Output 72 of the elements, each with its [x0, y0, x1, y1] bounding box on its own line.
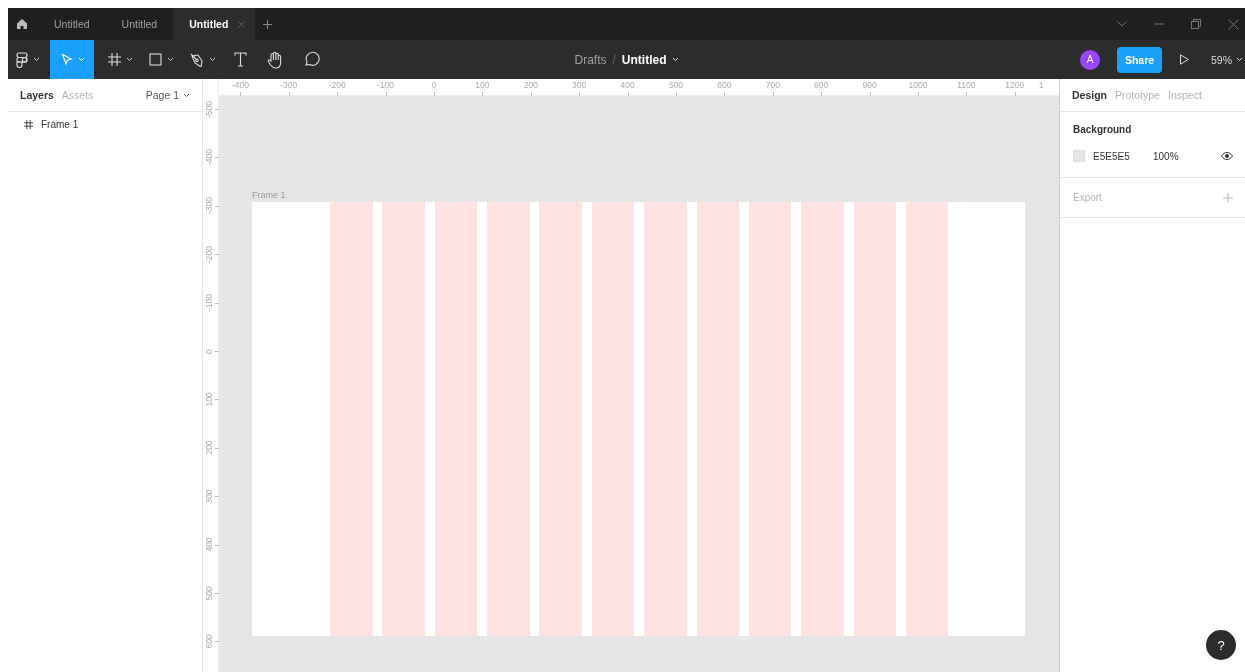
ruler-label: 1: [1039, 80, 1044, 90]
layer-item[interactable]: Frame 1: [8, 112, 202, 136]
breadcrumb-separator: /: [612, 52, 616, 67]
caret-icon: [78, 57, 85, 62]
ruler-label: 200: [203, 439, 215, 457]
close-icon[interactable]: [1228, 18, 1239, 30]
section-title: Background: [1073, 124, 1133, 135]
user-avatar[interactable]: A: [1080, 49, 1100, 70]
file-tab[interactable]: Untitled: [173, 8, 256, 40]
ruler-label: -500: [203, 99, 215, 120]
ruler-label: 300: [203, 488, 215, 506]
hex-value[interactable]: E5E5E5: [1093, 150, 1153, 162]
ruler-label: 200: [523, 80, 538, 90]
page-menu[interactable]: Page 1: [145, 89, 190, 101]
ruler-label: 1100: [957, 80, 976, 90]
ruler-label: 0: [431, 80, 437, 90]
ruler-label: 100: [203, 391, 215, 409]
ruler-label: 900: [862, 80, 877, 90]
file-name-menu[interactable]: Untitled: [621, 52, 679, 67]
ruler-label: 300: [572, 80, 587, 90]
ruler-label: 600: [203, 633, 215, 651]
ruler-label: 100: [475, 80, 490, 90]
caret-icon: [671, 57, 679, 62]
text-tool-icon: [234, 52, 247, 67]
eye-icon[interactable]: [1221, 152, 1233, 160]
pointer-icon: [61, 53, 73, 66]
file-tab[interactable]: Untitled: [105, 8, 174, 40]
ruler-label: -100: [377, 80, 395, 90]
ruler-label: -200: [328, 80, 346, 90]
ruler-label: -200: [203, 244, 215, 265]
panel-tab[interactable]: Design: [1072, 89, 1107, 101]
home-icon[interactable]: [16, 18, 28, 30]
breadcrumb-folder[interactable]: Drafts: [574, 52, 607, 67]
zoom-menu[interactable]: 59%: [1211, 53, 1245, 66]
ruler-label: 1000: [908, 80, 928, 90]
caret-icon: [167, 57, 174, 62]
panel-tab[interactable]: Layers: [20, 89, 54, 101]
frame-icon: [108, 53, 121, 66]
ruler-label: -400: [203, 147, 215, 168]
pen-icon: [190, 52, 204, 67]
ruler-label: 0: [203, 347, 215, 356]
color-swatch[interactable]: [1073, 150, 1085, 162]
restore-icon[interactable]: [1191, 19, 1201, 29]
rectangle-icon: [149, 53, 162, 66]
caret-icon: [33, 57, 40, 62]
ruler-label: 400: [203, 536, 215, 554]
hand-icon: [267, 50, 283, 69]
caret-icon: [183, 92, 190, 98]
ruler-label: 1200: [1005, 80, 1025, 90]
section-title: Export: [1073, 192, 1102, 203]
ruler-label: 400: [620, 80, 635, 90]
ruler-label: 500: [203, 584, 215, 603]
comment-icon: [303, 51, 320, 68]
opacity-value[interactable]: 100%: [1153, 150, 1179, 162]
caret-icon: [1236, 57, 1243, 62]
ruler-label: 500: [668, 80, 684, 90]
ruler-label: 700: [765, 80, 780, 90]
plus-icon[interactable]: [263, 19, 273, 29]
ruler-label: -300: [203, 196, 215, 217]
frame-icon: [24, 119, 33, 129]
logo-icon: [16, 51, 28, 68]
ruler-label: -400: [231, 80, 249, 90]
ruler-label: 600: [717, 80, 732, 90]
close-icon[interactable]: [238, 20, 246, 28]
play-icon[interactable]: [1180, 54, 1189, 65]
caret-icon: [209, 57, 216, 62]
ruler-label: -300: [280, 80, 298, 90]
ruler-label: -100: [203, 293, 215, 314]
chevron-down-icon[interactable]: [1117, 21, 1127, 27]
ruler-label: 800: [814, 80, 829, 90]
file-tab[interactable]: Untitled: [38, 8, 106, 40]
caret-icon: [126, 57, 133, 62]
